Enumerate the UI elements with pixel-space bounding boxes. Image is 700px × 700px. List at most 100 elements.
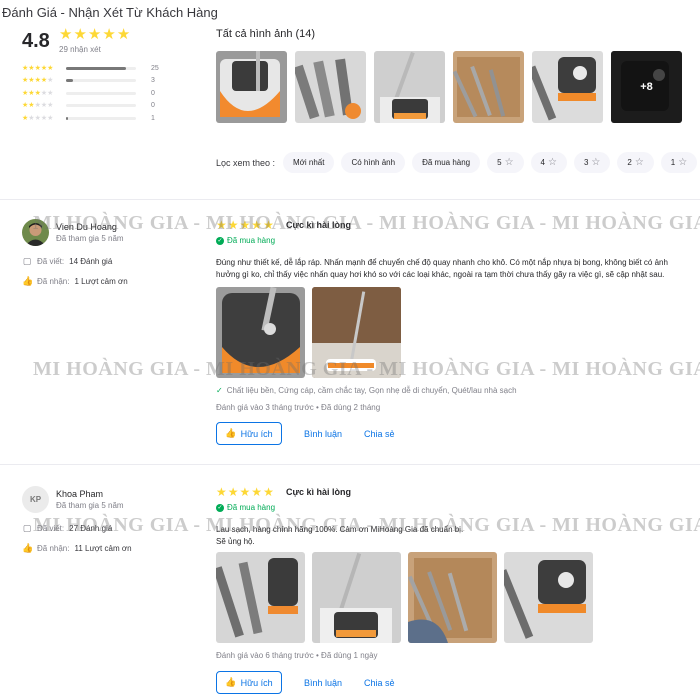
filter-has-images[interactable]: Có hình ảnh [341, 152, 406, 173]
review-actions: 👍 Hữu ích Bình luận Chia sẻ [216, 422, 395, 445]
gallery-photo[interactable] [216, 51, 287, 123]
filter-chip-label: Đã mua hàng [422, 158, 471, 167]
comment-link[interactable]: Bình luận [304, 678, 342, 688]
filter-chip-label: 3 [583, 158, 589, 167]
check-icon: ✓ [216, 386, 223, 395]
comment-link[interactable]: Bình luận [304, 429, 342, 439]
received-value: 1 Lượt cảm ơn [74, 277, 128, 286]
gallery-title: Tất cả hình ảnh (14) [216, 28, 316, 40]
written-value: 14 Đánh giá [69, 257, 113, 266]
review-photo[interactable] [312, 552, 401, 643]
purchased-badge: ✓ Đã mua hàng [216, 503, 275, 512]
star-icon: ★ [216, 485, 227, 499]
review-posted: Đánh giá vào 6 tháng trước [216, 651, 314, 660]
watermark-text: MI HOÀNG GIA - MI HOÀNG GIA - MI HOÀNG G… [33, 212, 700, 234]
star-icon: ★ [47, 77, 54, 85]
reviewer-joined: Đã tham gia 5 năm [56, 501, 124, 510]
review-photo[interactable] [504, 552, 593, 643]
gallery-photo[interactable] [453, 51, 524, 123]
distribution-row: ★ ★ ★ ★ ★ 25 [22, 62, 172, 75]
review-photo[interactable] [216, 287, 305, 378]
review-used: Đã dùng 1 ngày [321, 651, 378, 660]
review-content: Đúng như thiết kế, dễ lắp ráp. Nhấn mạnh… [216, 258, 668, 279]
comment-icon: ▢ [22, 523, 32, 533]
share-link[interactable]: Chia sẻ [364, 678, 395, 688]
distribution-count: 3 [151, 77, 155, 85]
star-icon: ★ [73, 26, 87, 43]
distribution-row: ★ ★ ★ ★ ★ 0 [22, 87, 172, 100]
distribution-stars: ★ ★ ★ ★ ★ [22, 77, 62, 84]
thumbs-up-icon: 👍 [225, 428, 237, 438]
star-icon: ★ [227, 218, 239, 232]
gallery-photo[interactable] [295, 51, 366, 123]
filter-4-stars[interactable]: 4 ☆ [530, 152, 567, 173]
distribution-bar [66, 116, 136, 120]
filter-newest[interactable]: Mới nhất [283, 152, 335, 173]
distribution-stars: ★ ★ ★ ★ ★ [22, 115, 62, 122]
reviewer-received: 👍 Đã nhận: 11 Lượt cảm ơn [22, 543, 132, 554]
received-label: Đã nhận: [37, 277, 70, 286]
review-used: Đã dùng 2 tháng [321, 403, 381, 412]
review-images [216, 552, 593, 643]
review-stars: ★ ★ ★ ★ ★ [216, 486, 274, 498]
rating-distribution: ★ ★ ★ ★ ★ 25 ★ ★ ★ ★ ★ 3 ★ ★ ★ ★ ★ 0 ★ ★ ★ ★ ★ 0 ★ ★ ★ ★ ★ 1 [22, 62, 172, 125]
filter-chip-label: 4 [540, 158, 545, 167]
star-icon: ★ [216, 218, 227, 232]
filter-2-stars[interactable]: 2 ☆ [617, 152, 654, 173]
thumbs-up-icon: 👍 [22, 543, 34, 553]
star-icon: ★ [59, 26, 73, 43]
share-link[interactable]: Chia sẻ [364, 429, 395, 439]
star-icon: ★ [47, 102, 54, 110]
filter-5-stars[interactable]: 5 ☆ [487, 152, 524, 173]
review-tags: ✓ Chất liệu bền, Cứng cáp, cầm chắc tay,… [216, 386, 517, 395]
helpful-label: Hữu ích [240, 428, 273, 439]
filter-chip-label: 1 [670, 158, 676, 167]
thumbs-up-icon: 👍 [225, 677, 237, 687]
purchased-label: Đã mua hàng [227, 503, 276, 512]
distribution-count: 25 [151, 64, 159, 72]
reviewer-joined: Đã tham gia 5 năm [56, 234, 124, 243]
star-outline-icon: ☆ [504, 157, 514, 168]
reviewer-name: Khoa Pham [56, 489, 104, 499]
gallery-photo[interactable] [532, 51, 603, 123]
filter-3-stars[interactable]: 3 ☆ [573, 152, 611, 173]
star-icon: ★ [116, 26, 131, 43]
review-title: Cực kì hài lòng [286, 220, 352, 230]
check-circle-icon: ✓ [216, 503, 224, 512]
more-photos-label: +8 [611, 51, 682, 123]
filter-chip-label: 2 [627, 158, 632, 167]
reviewer-written: ▢ Đã viết: 14 Đánh giá [22, 256, 113, 267]
review-meta: Đánh giá vào 6 tháng trước • Đã dùng 1 n… [216, 651, 378, 660]
filter-purchased[interactable]: Đã mua hàng [412, 152, 481, 173]
star-icon: ★ [102, 26, 116, 43]
gallery-photo-more[interactable]: +8 [611, 51, 682, 123]
star-icon: ★ [239, 218, 251, 232]
check-circle-icon: ✓ [216, 236, 224, 245]
helpful-button[interactable]: 👍 Hữu ích [216, 671, 282, 694]
distribution-count: 1 [151, 114, 155, 122]
avatar [22, 219, 49, 246]
review-photo[interactable] [408, 552, 497, 643]
review-photo[interactable] [216, 552, 305, 643]
review-posted: Đánh giá vào 3 tháng trước [216, 403, 314, 412]
average-rating: 4.8 [22, 30, 50, 52]
distribution-bar [66, 91, 136, 95]
star-outline-icon: ☆ [591, 157, 601, 168]
received-label: Đã nhận: [37, 544, 70, 553]
star-icon: ★ [47, 89, 54, 97]
review-tags-text: Chất liệu bền, Cứng cáp, cầm chắc tay, G… [226, 386, 517, 395]
star-outline-icon: ☆ [678, 157, 688, 168]
comment-icon: ▢ [22, 256, 32, 266]
review-photo[interactable] [312, 287, 401, 378]
gallery-photo[interactable] [374, 51, 445, 123]
star-outline-icon: ☆ [634, 157, 644, 168]
helpful-button[interactable]: 👍 Hữu ích [216, 422, 282, 445]
purchased-label: Đã mua hàng [227, 236, 276, 245]
filter-bar: Mới nhất Có hình ảnh Đã mua hàng 5 ☆ 4 ☆ 3… [283, 152, 698, 173]
distribution-bar [66, 104, 136, 108]
distribution-bar [66, 79, 136, 83]
filter-1-star[interactable]: 1 ☆ [660, 152, 698, 173]
distribution-count: 0 [151, 89, 155, 97]
photo-gallery: +8 [216, 51, 682, 123]
distribution-bar-fill [66, 79, 73, 83]
